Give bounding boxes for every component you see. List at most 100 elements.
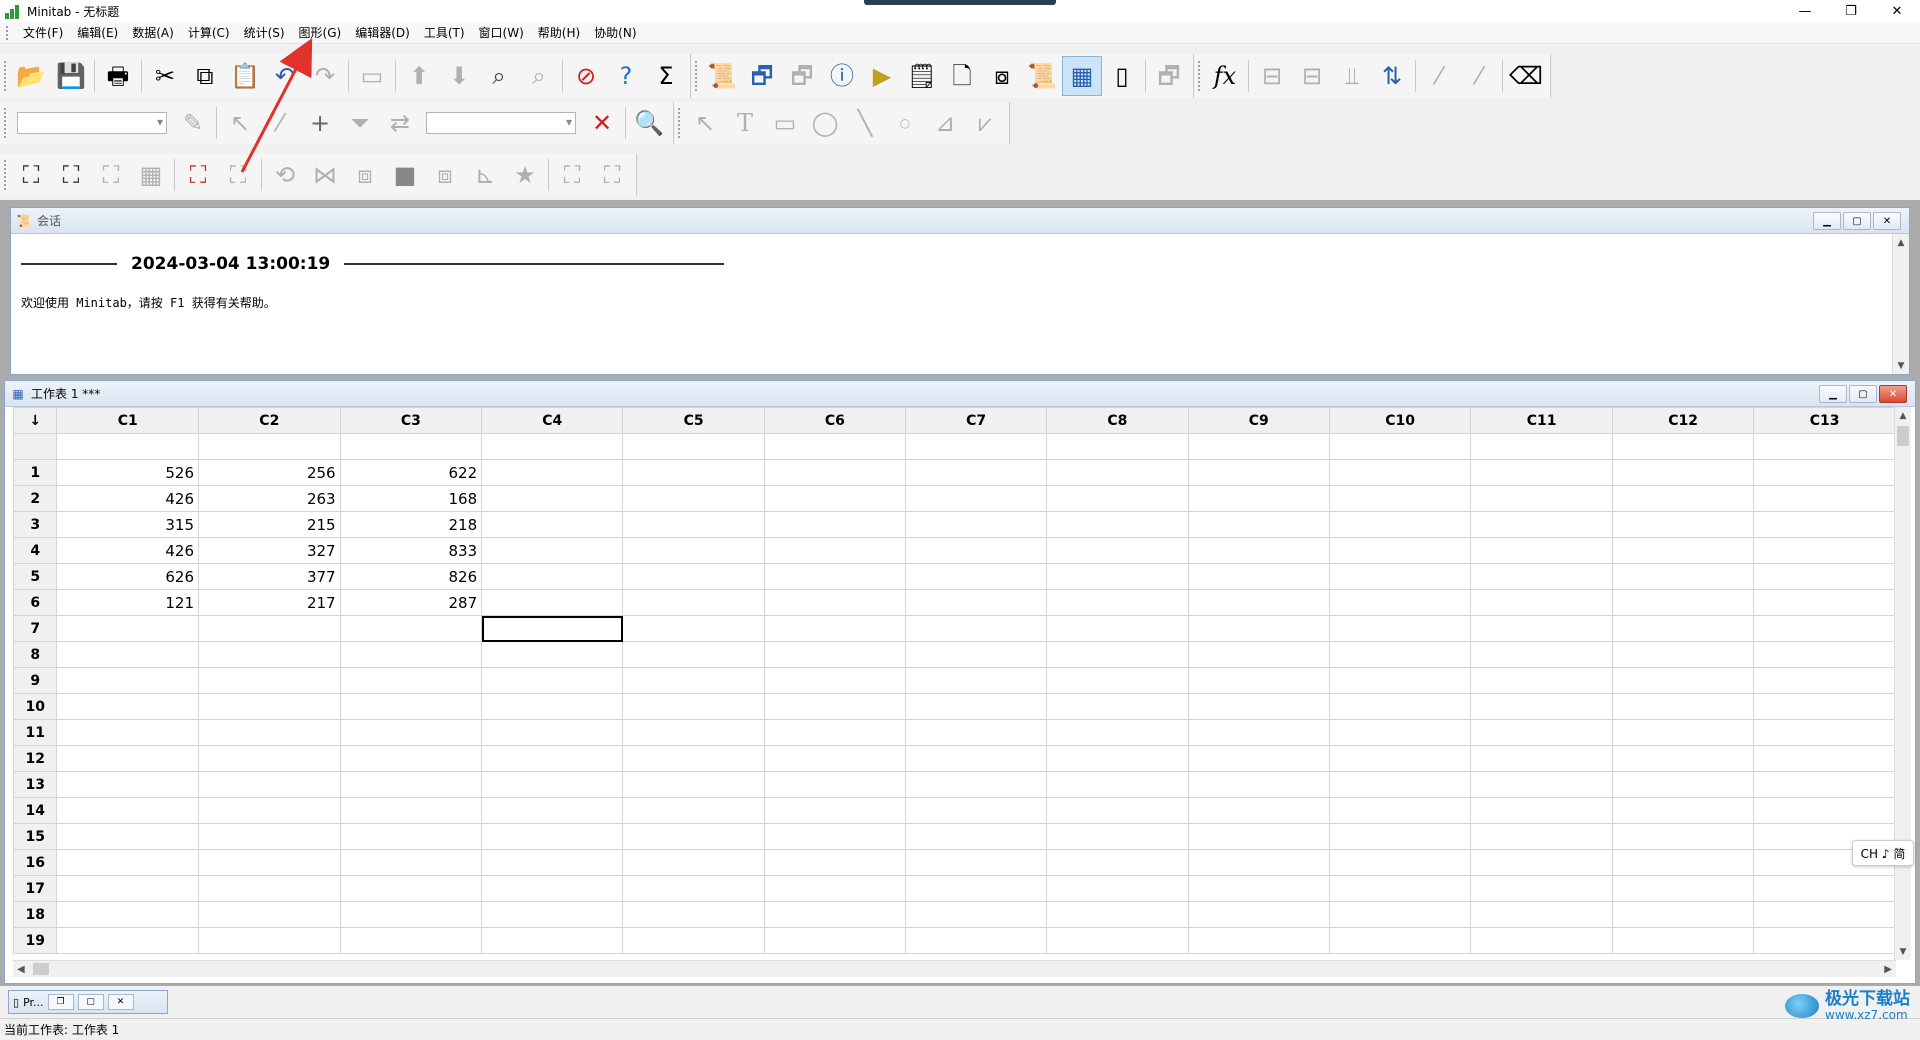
open-folder-icon[interactable]: 📂 <box>11 56 51 96</box>
session-minimize-button[interactable]: ▁ <box>1813 212 1841 230</box>
data-cell[interactable] <box>481 459 624 486</box>
data-cell[interactable] <box>763 615 907 642</box>
row-header[interactable]: 11 <box>13 719 58 746</box>
column-name-cell[interactable] <box>198 433 341 460</box>
data-cell[interactable] <box>1611 511 1755 538</box>
column-header[interactable]: C11 <box>1470 407 1613 434</box>
session-window-icon[interactable]: 📜 <box>702 56 742 96</box>
data-cell[interactable] <box>1046 615 1189 642</box>
row-header[interactable]: 8 <box>13 641 58 668</box>
delete-x-icon[interactable]: ✕ <box>582 103 622 143</box>
column-header[interactable]: C12 <box>1611 407 1755 434</box>
data-cell[interactable] <box>1046 589 1189 616</box>
data-cell[interactable] <box>622 537 765 564</box>
column-name-cell[interactable] <box>622 433 765 460</box>
data-cell[interactable] <box>339 797 483 824</box>
data-cell[interactable] <box>1328 563 1472 590</box>
data-cell[interactable] <box>198 901 341 928</box>
zoom-icon[interactable]: 🔍 <box>629 103 669 143</box>
data-cell[interactable] <box>622 563 765 590</box>
data-cell[interactable]: 256 <box>198 459 341 486</box>
star-icon[interactable]: ★ <box>505 155 545 195</box>
data-cell[interactable] <box>1470 563 1613 590</box>
worksheet-grid[interactable]: ↓ C1 C2 C3 C4 C5 C6 C7 C8 C9 C10 C11 C12 C13 1 526 256 6… <box>13 407 1896 960</box>
grid-icon[interactable]: ▦ <box>131 155 171 195</box>
help-icon[interactable]: ? <box>606 56 646 96</box>
row-header[interactable]: 3 <box>13 511 58 538</box>
brush-icon[interactable]: ⁄ <box>1419 56 1459 96</box>
data-cell[interactable]: 377 <box>198 563 341 590</box>
data-cell[interactable] <box>904 537 1048 564</box>
data-cell[interactable] <box>1611 719 1755 746</box>
data-cell[interactable] <box>1187 875 1330 902</box>
column-header[interactable]: C3 <box>339 407 483 434</box>
data-cell[interactable] <box>904 511 1048 538</box>
data-cell[interactable] <box>1470 797 1613 824</box>
data-cell[interactable] <box>1328 615 1472 642</box>
stat-guide-icon[interactable]: Σ <box>646 56 686 96</box>
data-cell[interactable] <box>904 563 1048 590</box>
data-cell[interactable] <box>904 823 1048 850</box>
data-cell[interactable] <box>1187 641 1330 668</box>
data-cell[interactable] <box>1611 875 1755 902</box>
data-cell[interactable] <box>1187 797 1330 824</box>
data-cell[interactable]: 215 <box>198 511 341 538</box>
data-cell[interactable] <box>1187 849 1330 876</box>
data-cell[interactable] <box>1328 875 1472 902</box>
column-header[interactable]: C1 <box>56 407 200 434</box>
data-cell[interactable] <box>1328 511 1472 538</box>
data-cell[interactable] <box>1187 589 1330 616</box>
row-header[interactable]: 4 <box>13 537 58 564</box>
data-cell[interactable] <box>1753 797 1896 824</box>
data-cell[interactable] <box>1187 485 1330 512</box>
data-cell[interactable] <box>339 875 483 902</box>
data-cell[interactable] <box>904 693 1048 720</box>
frame-outline-icon[interactable]: ⛶ <box>218 155 258 195</box>
data-cell[interactable] <box>481 745 624 772</box>
data-cell[interactable] <box>622 797 765 824</box>
data-cell[interactable] <box>904 745 1048 772</box>
data-cell[interactable] <box>339 745 483 772</box>
worksheet-minimize-button[interactable]: ▁ <box>1819 385 1847 403</box>
session-vertical-scrollbar[interactable]: ▲ ▼ <box>1892 234 1909 374</box>
column-header[interactable]: C4 <box>481 407 624 434</box>
scroll-right-arrow-icon[interactable]: ▶ <box>1884 964 1892 975</box>
data-cell[interactable] <box>1328 693 1472 720</box>
data-cell[interactable] <box>1328 901 1472 928</box>
data-cell[interactable] <box>1753 693 1896 720</box>
data-cell[interactable] <box>1470 875 1613 902</box>
column-header[interactable]: C2 <box>198 407 341 434</box>
data-cell[interactable] <box>1187 719 1330 746</box>
scroll-down-arrow-icon[interactable]: ▼ <box>1895 943 1911 960</box>
data-cell[interactable] <box>1328 719 1472 746</box>
frame-box-icon[interactable]: ⛶ <box>91 155 131 195</box>
row-header[interactable]: 13 <box>13 771 58 798</box>
data-cell[interactable] <box>481 927 624 954</box>
polygon-tool-icon[interactable]: ⩗ <box>965 103 1005 143</box>
rotate-icon[interactable]: ⟲ <box>265 155 305 195</box>
show-worksheet-icon[interactable]: ▦ <box>1062 56 1102 96</box>
data-cell[interactable] <box>1753 459 1896 486</box>
data-cell[interactable] <box>1470 719 1613 746</box>
data-cell[interactable] <box>1611 537 1755 564</box>
data-cell[interactable] <box>1328 667 1472 694</box>
data-cell[interactable] <box>1470 771 1613 798</box>
data-cell[interactable] <box>198 615 341 642</box>
data-cell[interactable] <box>904 901 1048 928</box>
data-cell[interactable] <box>1046 693 1189 720</box>
close-all-graphs-icon[interactable]: 🗗 <box>1149 56 1189 96</box>
data-cell[interactable]: 526 <box>56 459 200 486</box>
data-cell[interactable] <box>1753 875 1896 902</box>
shading-icon[interactable]: ■ <box>385 155 425 195</box>
data-cell[interactable] <box>1753 745 1896 772</box>
data-cell[interactable] <box>763 589 907 616</box>
data-cell[interactable] <box>1328 849 1472 876</box>
session-output[interactable]: 2024-03-04 13:00:19 欢迎使用 Minitab，请按 F1 获… <box>11 234 1909 374</box>
line-tool-icon[interactable]: ╲ <box>845 103 885 143</box>
menu-edit[interactable]: 编辑(E) <box>70 22 125 44</box>
data-cell[interactable] <box>1470 823 1613 850</box>
brush-tool-icon[interactable]: ⁄ <box>260 103 300 143</box>
menu-assist[interactable]: 协助(N) <box>587 22 643 44</box>
data-cell[interactable] <box>622 823 765 850</box>
data-cell[interactable] <box>763 771 907 798</box>
